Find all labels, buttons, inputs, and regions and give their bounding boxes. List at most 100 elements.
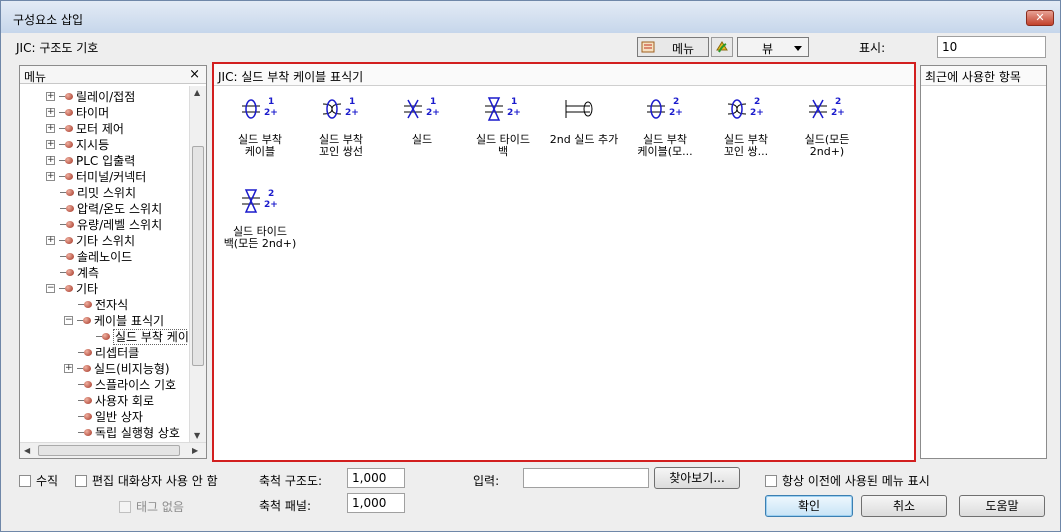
library-label: JIC: 구조도 기호 xyxy=(16,41,99,55)
tree-item[interactable]: 일반 상자 xyxy=(78,408,143,424)
refresh-icon xyxy=(716,41,728,53)
tree-item-label: 타이머 xyxy=(76,106,110,120)
conductor-count-label: 2 xyxy=(268,189,274,199)
refresh-button[interactable] xyxy=(711,37,733,57)
scroll-left-icon[interactable]: ◀ xyxy=(24,446,30,455)
tree-item[interactable]: + 릴레이/접점 xyxy=(46,88,135,104)
no-tag-checkbox[interactable]: 태그 없음 xyxy=(119,498,184,515)
expand-icon[interactable]: + xyxy=(46,236,55,245)
cancel-button[interactable]: 취소 xyxy=(861,495,947,517)
close-icon[interactable]: × xyxy=(189,67,200,82)
tree-item[interactable]: 계측 xyxy=(60,264,99,280)
symbol-item[interactable]: 2 2+ 실드 부착 꼬인 쌍... xyxy=(706,94,786,174)
xshield-symbol-icon: 22+ xyxy=(809,97,845,119)
tree-item[interactable]: 리밋 스위치 xyxy=(60,184,136,200)
component-node-icon xyxy=(59,156,73,165)
component-insert-dialog: 구성요소 삽입 ✕ JIC: 구조도 기호 메뉴 뷰 표시: 10 메뉴 × +… xyxy=(0,0,1061,532)
tree-item[interactable]: 전자식 xyxy=(78,296,128,312)
display-count-input[interactable]: 10 xyxy=(937,36,1046,58)
tree-item[interactable]: 독립 실행형 상호 xyxy=(78,424,180,440)
expand-icon[interactable]: + xyxy=(46,124,55,133)
symbol-caption: 실드 부착 꼬인 쌍선 xyxy=(301,134,381,158)
scale-panel-input[interactable]: 1,000 xyxy=(347,493,405,513)
symbol-item[interactable]: 2 2+ 실드 타이드 백(모든 2nd+) xyxy=(220,186,300,266)
browse-button[interactable]: 찾아보기... xyxy=(654,467,740,489)
menu-toggle-button[interactable]: 메뉴 xyxy=(637,37,709,57)
tree-item[interactable]: 리셉터클 xyxy=(78,344,139,360)
tree-item[interactable]: + 실드(비지능형) xyxy=(64,360,170,376)
no-edit-dialog-checkbox[interactable]: 편집 대화상자 사용 안 함 xyxy=(75,472,218,489)
horizontal-scrollbar[interactable]: ◀ ▶ xyxy=(20,442,206,458)
tree-item[interactable]: + 지시등 xyxy=(46,136,109,152)
tree-item-label: 실드 부착 케이 xyxy=(113,329,188,345)
menu-icon xyxy=(641,41,655,53)
component-node-icon xyxy=(60,220,74,229)
tree-item[interactable]: 유량/레벨 스위치 xyxy=(60,216,162,232)
checkbox-box[interactable] xyxy=(75,474,87,487)
ok-button[interactable]: 확인 xyxy=(765,495,853,517)
scroll-down-icon[interactable]: ▼ xyxy=(194,431,200,440)
tree-item[interactable]: + 터미널/커넥터 xyxy=(46,168,146,184)
menu-label: 메뉴 xyxy=(672,42,695,56)
tree-item[interactable]: 사용자 회로 xyxy=(78,392,154,408)
twisted-symbol-icon: 12+ xyxy=(322,97,359,119)
symbol-item[interactable]: 1 2+ 실드 타이드 백 xyxy=(463,94,543,174)
expand-icon[interactable]: + xyxy=(64,364,73,373)
tree-item[interactable]: 솔레노이드 xyxy=(60,248,132,264)
vertical-checkbox[interactable]: 수직 xyxy=(19,472,58,489)
help-button[interactable]: 도움말 xyxy=(959,495,1045,517)
symbol-caption-line: 백(모든 2nd+) xyxy=(223,237,297,250)
tieback-symbol-icon: 12+ xyxy=(485,97,521,121)
tree-item-label: 사용자 회로 xyxy=(95,394,155,408)
tree-item-label: 지시등 xyxy=(76,138,110,152)
tree-item[interactable]: + 기타 스위치 xyxy=(46,232,135,248)
symbol-caption-line: 백 xyxy=(497,145,509,158)
component-node-icon xyxy=(60,188,74,197)
scroll-right-icon[interactable]: ▶ xyxy=(192,446,198,455)
expand-icon[interactable]: + xyxy=(46,156,55,165)
conductor-count-label: 2+ xyxy=(264,108,278,118)
symbol-item[interactable]: 1 2+ 실드 부착 꼬인 쌍선 xyxy=(301,94,381,174)
component-node-icon xyxy=(59,236,73,245)
symbol-item[interactable]: 2nd 실드 추가 xyxy=(544,94,624,174)
symbol-item[interactable]: 2 2+ 실드(모든 2nd+) xyxy=(787,94,867,174)
expand-icon[interactable]: + xyxy=(46,108,55,117)
always-show-checkbox[interactable]: 항상 이전에 사용된 메뉴 표시 xyxy=(765,472,930,489)
view-dropdown[interactable]: 뷰 xyxy=(737,37,809,57)
expand-icon[interactable]: + xyxy=(46,172,55,181)
tree-item[interactable]: − 케이블 표식기 xyxy=(64,312,164,328)
tree-item-label: 일반 상자 xyxy=(95,410,143,424)
close-button[interactable]: ✕ xyxy=(1026,10,1054,26)
collapse-icon[interactable]: − xyxy=(64,316,73,325)
collapse-icon[interactable]: − xyxy=(46,284,55,293)
scale-panel-label: 축척 패널: xyxy=(259,499,312,513)
tree-item[interactable]: + 타이머 xyxy=(46,104,109,120)
component-node-icon xyxy=(60,204,74,213)
expand-icon[interactable]: + xyxy=(46,92,55,101)
second-symbol-icon xyxy=(565,100,593,118)
scrollbar-thumb[interactable] xyxy=(192,146,204,366)
conductor-count-label: 2+ xyxy=(669,108,683,118)
component-node-icon xyxy=(59,92,73,101)
symbol-item[interactable]: 1 2+ 실드 xyxy=(382,94,462,174)
tree-item-label: 리밋 스위치 xyxy=(77,186,137,200)
checkbox-box[interactable] xyxy=(765,474,777,487)
checkbox-box[interactable] xyxy=(119,500,131,513)
tree-item[interactable]: 스플라이스 기호 xyxy=(78,376,176,392)
symbol-item[interactable]: 2 2+ 실드 부착 케이블(모... xyxy=(625,94,705,174)
scroll-up-icon[interactable]: ▲ xyxy=(194,88,200,97)
tree-item[interactable]: + 모터 제어 xyxy=(46,120,124,136)
tree-item-label: 솔레노이드 xyxy=(77,250,133,264)
conductor-count-label: 2+ xyxy=(426,108,440,118)
tree-item[interactable]: 압력/온도 스위치 xyxy=(60,200,162,216)
input-field[interactable] xyxy=(523,468,649,488)
symbol-item[interactable]: 1 2+ 실드 부착 케이블 xyxy=(220,94,300,174)
scrollbar-thumb[interactable] xyxy=(38,445,180,456)
tree-item[interactable]: 실드 부착 케이 xyxy=(96,328,188,345)
expand-icon[interactable]: + xyxy=(46,140,55,149)
vertical-scrollbar[interactable]: ▲ ▼ xyxy=(189,86,206,443)
tree-item[interactable]: − 기타 xyxy=(46,280,98,296)
scale-schematic-input[interactable]: 1,000 xyxy=(347,468,405,488)
checkbox-box[interactable] xyxy=(19,474,31,487)
tree-item[interactable]: + PLC 입출력 xyxy=(46,152,135,168)
